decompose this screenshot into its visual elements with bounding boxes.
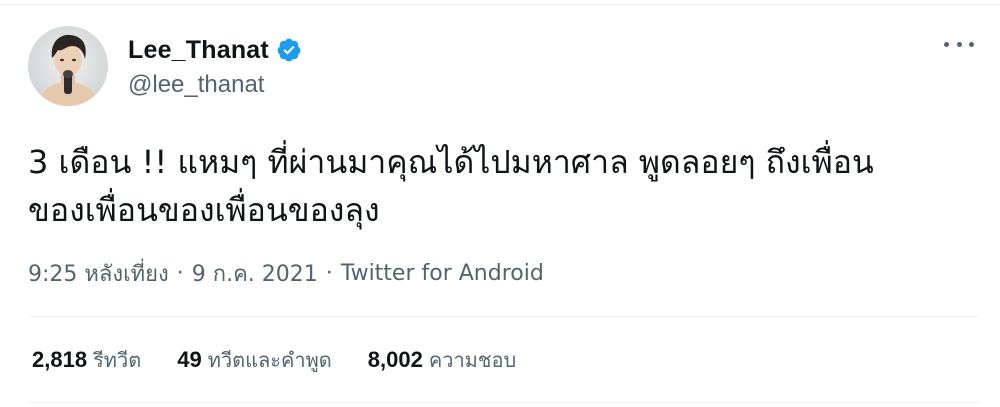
tweet-time[interactable]: 9:25 หลังเที่ยง bbox=[28, 256, 169, 291]
display-name[interactable]: Lee_Thanat bbox=[128, 36, 269, 65]
more-dot bbox=[969, 41, 974, 47]
verified-badge-icon bbox=[276, 37, 302, 63]
avatar-photo bbox=[28, 26, 108, 106]
likes-label: ความชอบ bbox=[428, 348, 517, 372]
author-handle[interactable]: @lee_thanat bbox=[128, 71, 302, 99]
tweet-card: Lee_Thanat @lee_thanat 3 เดือน !! แหมๆ ท… bbox=[0, 0, 1000, 407]
tweet-meta: 9:25 หลังเที่ยง · 9 ก.ค. 2021 · Twitter … bbox=[28, 256, 544, 291]
tweet-date[interactable]: 9 ก.ค. 2021 bbox=[192, 256, 318, 291]
quotes-count: 49 bbox=[177, 347, 202, 372]
more-dot bbox=[944, 41, 949, 47]
retweets-label: รีทวีต bbox=[93, 348, 142, 372]
author-names: Lee_Thanat @lee_thanat bbox=[128, 33, 302, 99]
more-horizontal-icon[interactable] bbox=[944, 34, 974, 54]
more-dot bbox=[956, 41, 962, 47]
meta-separator: · bbox=[176, 261, 184, 286]
likes-stat[interactable]: 8,002 ความชอบ bbox=[368, 344, 516, 376]
likes-count: 8,002 bbox=[367, 347, 423, 372]
stats-top-divider bbox=[28, 316, 980, 317]
avatar[interactable] bbox=[28, 26, 108, 106]
meta-separator: · bbox=[325, 261, 333, 286]
retweets-count: 2,818 bbox=[32, 347, 88, 372]
retweets-stat[interactable]: 2,818 รีทวีต bbox=[32, 344, 141, 376]
tweet-source[interactable]: Twitter for Android bbox=[341, 261, 544, 286]
tweet-text: 3 เดือน !! แหมๆ ที่ผ่านมาคุณได้ไปมหาศาล … bbox=[28, 143, 874, 229]
stats-bottom-divider bbox=[28, 402, 980, 403]
tweet-header: Lee_Thanat @lee_thanat bbox=[28, 24, 302, 108]
display-name-row: Lee_Thanat bbox=[128, 33, 302, 67]
quotes-label: ทวีตและคำพูด bbox=[207, 348, 332, 372]
top-divider bbox=[0, 4, 1000, 5]
tweet-stats: 2,818 รีทวีต 49 ทวีตและคำพูด 8,002 ความช… bbox=[32, 344, 552, 376]
quotes-stat[interactable]: 49 ทวีตและคำพูด bbox=[177, 344, 332, 376]
